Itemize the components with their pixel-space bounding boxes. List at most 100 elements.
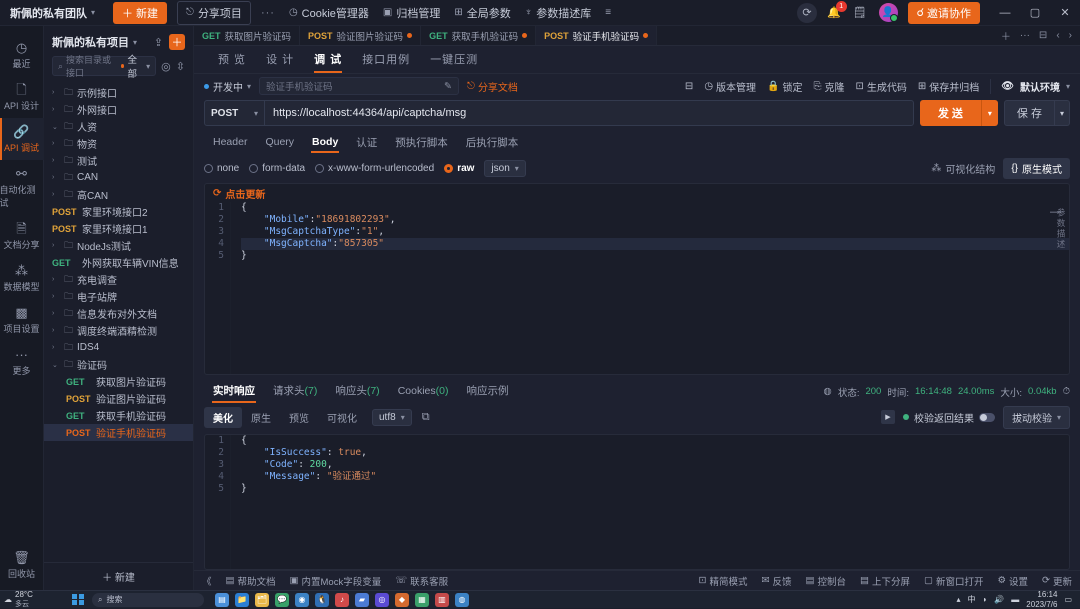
save-dropdown-button[interactable]: ▾ <box>1054 100 1070 126</box>
chevron-right-icon[interactable]: › <box>52 293 60 300</box>
response-code-area[interactable]: 12345 { "IsSuccess": true, "Code": 200, … <box>205 434 1069 569</box>
global-params-button[interactable]: ⊞ 全局参数 <box>454 5 510 21</box>
team-selector[interactable]: 斯佩的私有团队 ▾ <box>10 5 95 21</box>
volume-icon[interactable]: 🔊 <box>994 595 1004 604</box>
refresh-icon[interactable]: ⟳ <box>796 2 817 23</box>
api-view-tab[interactable]: 一键压测 <box>420 46 488 73</box>
archive-manager-button[interactable]: ▣ 归档管理 <box>383 5 440 21</box>
add-tab-button[interactable]: ＋ <box>1001 28 1011 43</box>
body-radio-urlencoded[interactable]: x-www-form-urlencoded <box>315 163 434 174</box>
api-view-tab[interactable]: 预 览 <box>208 46 256 73</box>
contact-support-button[interactable]: ☏ 联系客服 <box>395 574 448 588</box>
tree-folder-item[interactable]: › 🗀 调度终端酒精检测 <box>44 322 193 339</box>
response-body-editor[interactable]: 12345 { "IsSuccess": true, "Code": 200, … <box>204 433 1070 570</box>
method-selector[interactable]: POST ▾ <box>205 101 265 125</box>
chevron-right-icon[interactable]: › <box>52 344 60 351</box>
vscode-icon[interactable]: ▰ <box>355 592 369 607</box>
request-code-area[interactable]: 12345 { "Mobile":"18691802293", "MsgCapt… <box>205 202 1069 374</box>
chevron-right-icon[interactable]: › <box>52 242 60 249</box>
save-button[interactable]: 保 存 <box>1003 100 1055 126</box>
chevron-right-icon[interactable]: › <box>52 106 60 113</box>
sidebar-item-api-design[interactable]: 🗋 API 设计 <box>0 76 44 118</box>
taskbar-search[interactable]: ⌕ 搜索 <box>92 592 204 607</box>
weather-widget[interactable]: ☁ 28°C 多云 <box>4 590 54 609</box>
sidebar-item-more[interactable]: ··· 更多 <box>0 341 44 383</box>
sidebar-item-recent[interactable]: ◷ 最近 <box>0 34 44 76</box>
chevron-right-icon[interactable]: › <box>52 174 60 181</box>
chevron-right-icon[interactable]: › <box>52 157 60 164</box>
minimize-button[interactable]: — <box>990 0 1020 26</box>
menu-icon[interactable]: ≡ <box>605 7 611 18</box>
tree-folder-item[interactable]: › 🗀 CAN <box>44 169 193 186</box>
chevron-right-icon[interactable]: › <box>52 89 60 96</box>
request-tab[interactable]: POST 验证手机验证码 <box>536 26 658 45</box>
tray-caret-icon[interactable]: ▴ <box>956 595 960 604</box>
close-button[interactable]: ✕ <box>1050 0 1080 26</box>
tree-folder-item[interactable]: › 🗀 IDS4 <box>44 339 193 356</box>
import-icon[interactable]: ⇪ <box>154 36 163 49</box>
split-view-button[interactable]: ▤ 上下分屏 <box>860 574 910 588</box>
api-view-tab[interactable]: 调 试 <box>304 46 352 73</box>
response-tab[interactable]: 实时响应 <box>204 380 264 403</box>
response-tab[interactable]: Cookies(0) <box>389 382 458 402</box>
chrome-icon[interactable]: ◉ <box>295 592 309 607</box>
pdf-icon[interactable]: ▥ <box>435 592 449 607</box>
resp-view-beautify[interactable]: 美化 <box>204 406 242 428</box>
request-param-tab[interactable]: 认证 <box>347 132 386 155</box>
body-radio-none[interactable]: none <box>204 163 239 174</box>
chevron-right-icon[interactable]: › <box>52 310 60 317</box>
sidebar-item-doc-share[interactable]: 🗎 文档分享 <box>0 215 44 257</box>
tree-folder-item[interactable]: › 🗀 物资 <box>44 135 193 152</box>
tree-folder-item[interactable]: › 🗀 电子站牌 <box>44 288 193 305</box>
response-tab[interactable]: 响应头(7) <box>326 380 388 403</box>
tabs-collapse-icon[interactable]: ⊟ <box>1039 30 1047 41</box>
chevron-right-icon[interactable]: › <box>52 276 60 283</box>
verify-toggle-switch[interactable] <box>978 412 995 422</box>
tree-folder-item[interactable]: › 🗀 充电调查 <box>44 271 193 288</box>
request-param-tab[interactable]: 后执行脚本 <box>457 132 528 155</box>
body-radio-form-data[interactable]: form-data <box>249 163 305 174</box>
resp-view-raw[interactable]: 原生 <box>242 407 280 428</box>
overflow-dots-button[interactable]: ··· <box>261 7 275 19</box>
code-lines[interactable]: { "Mobile":"18691802293", "MsgCaptchaTyp… <box>231 202 1069 374</box>
settings-button[interactable]: ⚙ 设置 <box>997 574 1028 588</box>
add-api-button[interactable]: ＋ <box>169 34 185 50</box>
chevron-down-icon[interactable]: ⌄ <box>52 361 60 369</box>
assert-button[interactable]: 拔动校验 ▾ <box>1002 405 1070 429</box>
encoding-selector[interactable]: utf8 ▾ <box>372 408 412 426</box>
folder-icon[interactable]: 🗂 <box>255 592 269 607</box>
send-dropdown-button[interactable]: ▾ <box>980 100 998 126</box>
explorer-icon[interactable]: 📁 <box>235 592 249 607</box>
api-name-input[interactable]: 验证手机验证码 ✎ <box>259 77 460 95</box>
music-icon[interactable]: ♪ <box>335 592 349 607</box>
cookie-manager-button[interactable]: ◷ Cookie管理器 <box>289 5 369 21</box>
notification-center-icon[interactable]: ▭ <box>1064 595 1072 604</box>
view-raw-button[interactable]: {} 原生模式 <box>1003 158 1070 179</box>
edge-icon[interactable]: ◎ <box>375 592 389 607</box>
chevron-right-icon[interactable]: › <box>52 327 60 334</box>
sidebar-item-project-settings[interactable]: ▩ 项目设置 <box>0 299 44 341</box>
share-project-button[interactable]: ⎋ 分享项目 <box>177 0 251 25</box>
tree-folder-item[interactable]: › 🗀 示例接口 <box>44 84 193 101</box>
environment-selector[interactable]: 👁 默认环境 ▾ <box>990 78 1070 94</box>
avatar[interactable]: 👤 <box>878 3 898 22</box>
console-button[interactable]: ▤ 控制台 <box>805 574 846 588</box>
chevron-right-icon[interactable]: › <box>52 191 60 198</box>
new-window-button[interactable]: ▢ 新窗口打开 <box>924 574 984 588</box>
clock[interactable]: 16:14 2023/7/6 <box>1026 590 1057 608</box>
share-doc-button[interactable]: ⎋ 分享文档 <box>467 79 518 94</box>
clone-button[interactable]: ⎘ 克隆 <box>814 79 845 94</box>
wechat-icon[interactable]: 💬 <box>275 592 289 607</box>
expand-collapse-icon[interactable]: ⇳ <box>176 60 185 73</box>
sidebar-item-automation[interactable]: ⚯ 自动化测试 <box>0 160 44 215</box>
tree-folder-item[interactable]: ⌄ 🗀 人资 <box>44 118 193 135</box>
browser2-icon[interactable]: ◍ <box>455 592 469 607</box>
response-tab[interactable]: 请求头(7) <box>264 380 326 403</box>
tree-folder-item[interactable]: › 🗀 外网接口 <box>44 101 193 118</box>
body-radio-raw[interactable]: raw <box>444 163 474 174</box>
request-tab[interactable]: GET 获取图片验证码 <box>194 26 301 45</box>
tabs-overflow-button[interactable]: ··· <box>1020 30 1030 41</box>
tree-folder-item[interactable]: › 🗀 测试 <box>44 152 193 169</box>
request-param-tab[interactable]: Body <box>303 133 347 153</box>
search-input[interactable]: ⌕ 搜索目录或接口 全部 ▾ <box>52 55 157 80</box>
